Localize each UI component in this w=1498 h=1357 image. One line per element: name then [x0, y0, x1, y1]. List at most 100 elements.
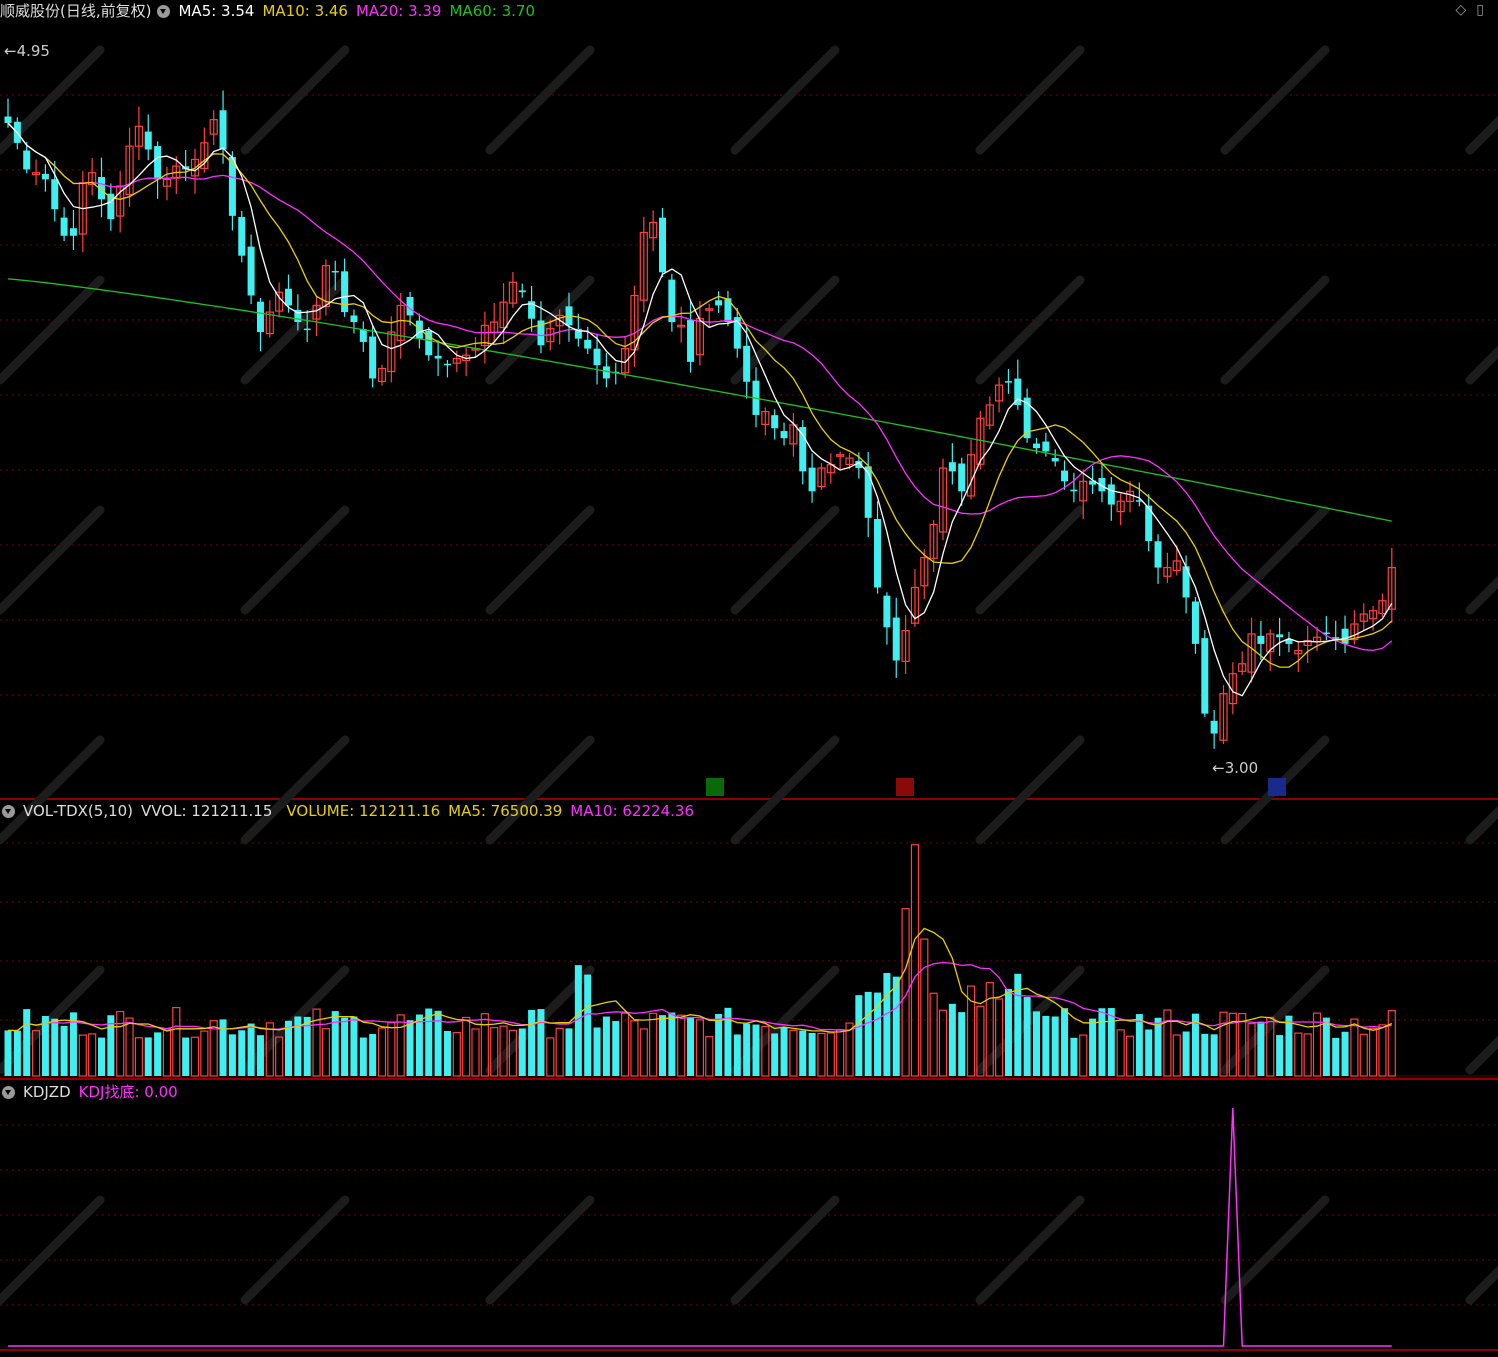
volume-bar [321, 1028, 330, 1077]
candle-body [23, 150, 31, 170]
volume-bar [162, 1028, 172, 1077]
candle [518, 283, 526, 298]
candle [901, 614, 910, 675]
volume-bar [864, 991, 872, 1076]
candle-body [1276, 634, 1284, 638]
candle-body [415, 320, 423, 339]
candle-body [948, 462, 956, 472]
watermark-stroke [240, 45, 350, 155]
kdj-header: KDJZD KDJ找底: 0.00 [0, 1081, 186, 1103]
candle [134, 106, 143, 161]
candle-body [892, 617, 900, 661]
volume-bar [910, 844, 920, 1077]
candle [705, 304, 714, 328]
window-controls[interactable]: ◇▯ [1456, 2, 1495, 18]
candle [1116, 493, 1125, 526]
candle-body [1004, 381, 1012, 383]
watermark-stroke [1220, 505, 1330, 615]
volume-bar [687, 1017, 695, 1076]
kdj-line [8, 1107, 1392, 1347]
volume-bar [1004, 988, 1012, 1076]
high-price-label: ←4.95 [4, 42, 50, 60]
volume-bar [994, 998, 1004, 1077]
candle [677, 306, 686, 343]
watermark-stroke [1465, 115, 1498, 155]
volume-bar [883, 973, 891, 1076]
volume-bar [1125, 1035, 1135, 1077]
volume-bar [1033, 1011, 1040, 1076]
volume-bar [771, 1033, 779, 1076]
candle-body [808, 467, 816, 492]
candle [528, 285, 536, 332]
candle-body [144, 131, 152, 150]
event-marker-green [706, 778, 724, 796]
watermark-stroke [975, 275, 1085, 385]
kdj-indicator-name: KDJZD [23, 1083, 71, 1101]
candle-body [874, 518, 882, 588]
candle [1070, 472, 1078, 503]
candle-body [219, 110, 227, 150]
candle [107, 183, 115, 231]
candle [985, 396, 994, 430]
diamond-icon[interactable]: ◇ [1456, 2, 1477, 18]
candle [1219, 685, 1228, 744]
volume-bar [1368, 1027, 1378, 1077]
volume-bar [471, 1028, 480, 1077]
volume-bar [452, 1032, 461, 1077]
volume-bar [182, 1037, 190, 1076]
watermark-stroke [730, 735, 840, 845]
candle [1201, 630, 1209, 717]
price-panel[interactable]: ←4.95 ←3.00 [4, 42, 1396, 777]
volume-bar [78, 1034, 87, 1077]
vol-vvol: VVOL: 121211.15 [141, 802, 273, 820]
dropdown-circle-icon[interactable] [2, 1086, 15, 1099]
volume-bar [1145, 1029, 1153, 1076]
watermark-stroke [730, 45, 840, 155]
price-header: 顺威股份(日线,前复权) MA5: 3.54 MA10: 3.46 MA20: 3.3… [0, 0, 543, 22]
candle-body [883, 595, 891, 628]
candle-body [256, 301, 264, 332]
candle [938, 458, 948, 541]
volume-bar [612, 1020, 620, 1076]
candle-body [443, 363, 451, 366]
candle-body [1042, 441, 1050, 452]
chart-canvas[interactable]: ←4.95 ←3.00 [0, 0, 1498, 1357]
candle [659, 207, 666, 278]
candle-body [1257, 635, 1265, 644]
dropdown-circle-icon[interactable] [157, 5, 171, 18]
candle-body [247, 246, 255, 296]
volume-bar [620, 1012, 630, 1077]
volume-panel[interactable] [4, 844, 1396, 1077]
candle [41, 164, 49, 192]
volume-bar [331, 1011, 339, 1076]
volume-bar [41, 1015, 49, 1076]
volume-bar [425, 1008, 433, 1076]
candle-body [1191, 601, 1199, 644]
watermark-stroke [485, 735, 595, 845]
volume-bar [125, 1017, 134, 1077]
volume-bar [546, 1037, 555, 1077]
candle [1051, 449, 1059, 467]
volume-bar [855, 995, 863, 1076]
candle [1107, 476, 1115, 521]
stock-title: 顺威股份(日线,前复权) [0, 2, 152, 20]
candle [443, 360, 451, 378]
volume-bar [630, 1020, 639, 1077]
watermark-stroke [1465, 805, 1498, 845]
candle [265, 300, 274, 338]
dropdown-circle-icon[interactable] [2, 805, 15, 818]
candle [1341, 615, 1349, 653]
candle [1294, 640, 1303, 673]
watermark-stroke [1465, 575, 1498, 615]
square-icon[interactable]: ▯ [1476, 2, 1494, 18]
legend-ma10: MA10: 3.46 [262, 2, 348, 20]
grid-lines [0, 94, 1498, 1351]
volume-bar [228, 1034, 236, 1076]
watermark-stroke [240, 505, 350, 615]
volume-bar [190, 1036, 200, 1077]
volume-bar [200, 1030, 209, 1077]
kdj-panel[interactable] [8, 1107, 1392, 1347]
volume-bar [1378, 1024, 1387, 1077]
candle [789, 412, 798, 457]
volume-bar [1322, 1017, 1330, 1076]
